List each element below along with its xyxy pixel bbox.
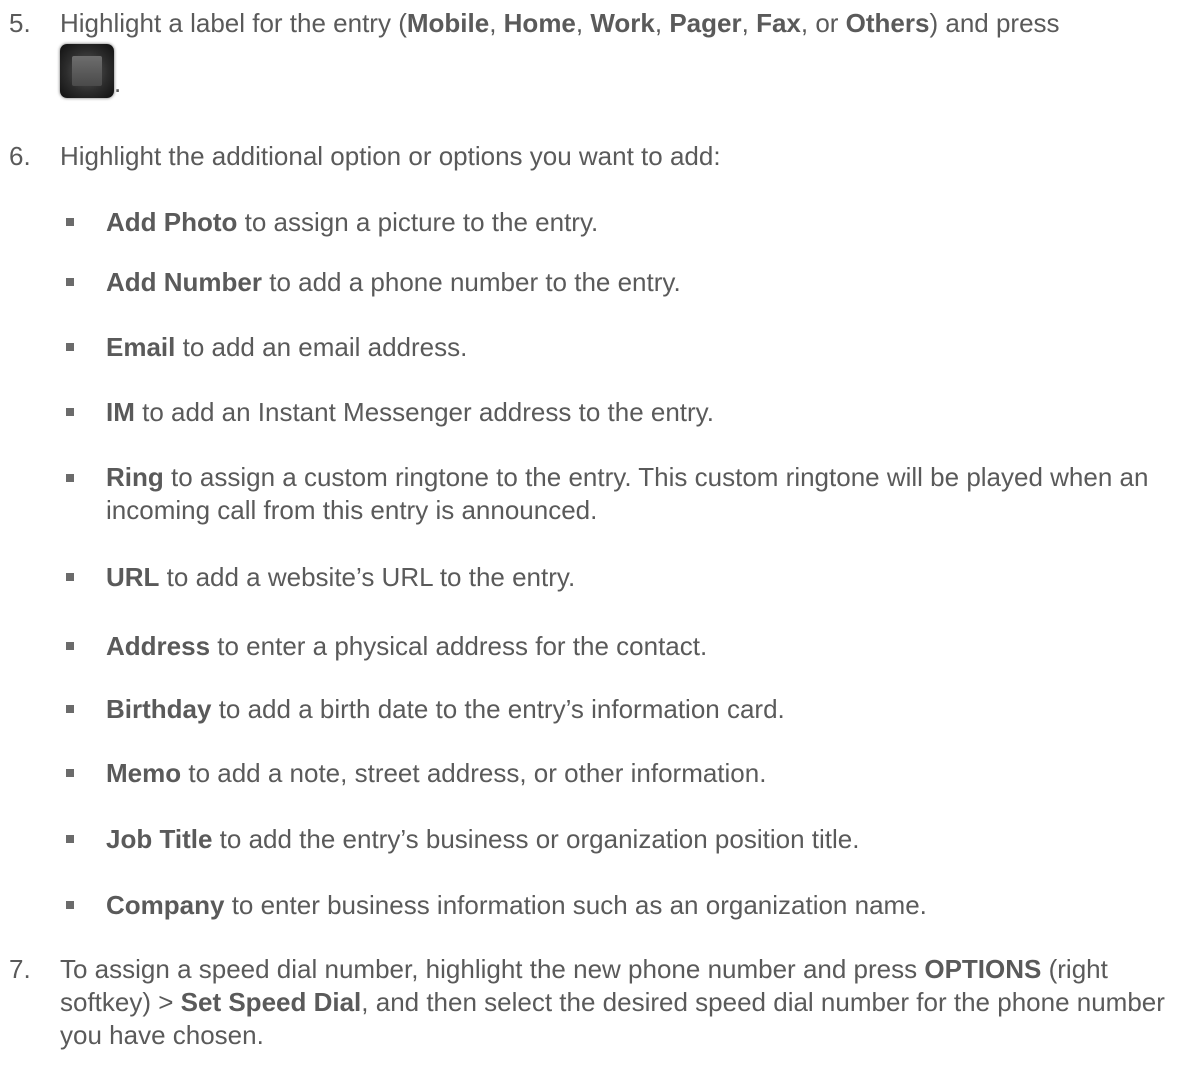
bullet-icon <box>66 343 74 351</box>
label-work: Work <box>590 8 655 38</box>
bullet-icon <box>66 278 74 286</box>
label-mobile: Mobile <box>406 8 490 38</box>
step-7: 7. To assign a speed dial number, highli… <box>0 953 1180 1052</box>
step-5-text: Highlight a label for the entry (Mobile,… <box>60 8 1060 100</box>
bullet-icon <box>66 769 74 777</box>
center-key-icon <box>60 44 114 100</box>
step-7-text: To assign a speed dial number, highlight… <box>60 954 1165 1050</box>
bullet-icon <box>66 218 74 226</box>
set-speed-dial: Set Speed Dial <box>180 987 362 1017</box>
bullet-icon <box>66 408 74 416</box>
step-6: 6. Highlight the additional option or op… <box>0 139 1180 173</box>
step-6-text: Highlight the additional option or optio… <box>60 141 721 171</box>
options-key: OPTIONS <box>924 954 1042 984</box>
step-5: 5. Highlight a label for the entry (Mobi… <box>0 6 1180 100</box>
bullet-icon <box>66 835 74 843</box>
bullet-icon <box>66 705 74 713</box>
label-fax: Fax <box>756 8 801 38</box>
bullet-icon <box>66 573 74 581</box>
step-number: 7. <box>9 954 31 984</box>
label-home: Home <box>503 8 576 38</box>
label-others: Others <box>845 8 930 38</box>
step-number: 5. <box>9 8 31 38</box>
step-number: 6. <box>9 141 31 171</box>
label-pager: Pager <box>669 8 742 38</box>
bullet-icon <box>66 642 74 650</box>
bullet-icon <box>66 474 74 482</box>
bullet-icon <box>66 901 74 909</box>
